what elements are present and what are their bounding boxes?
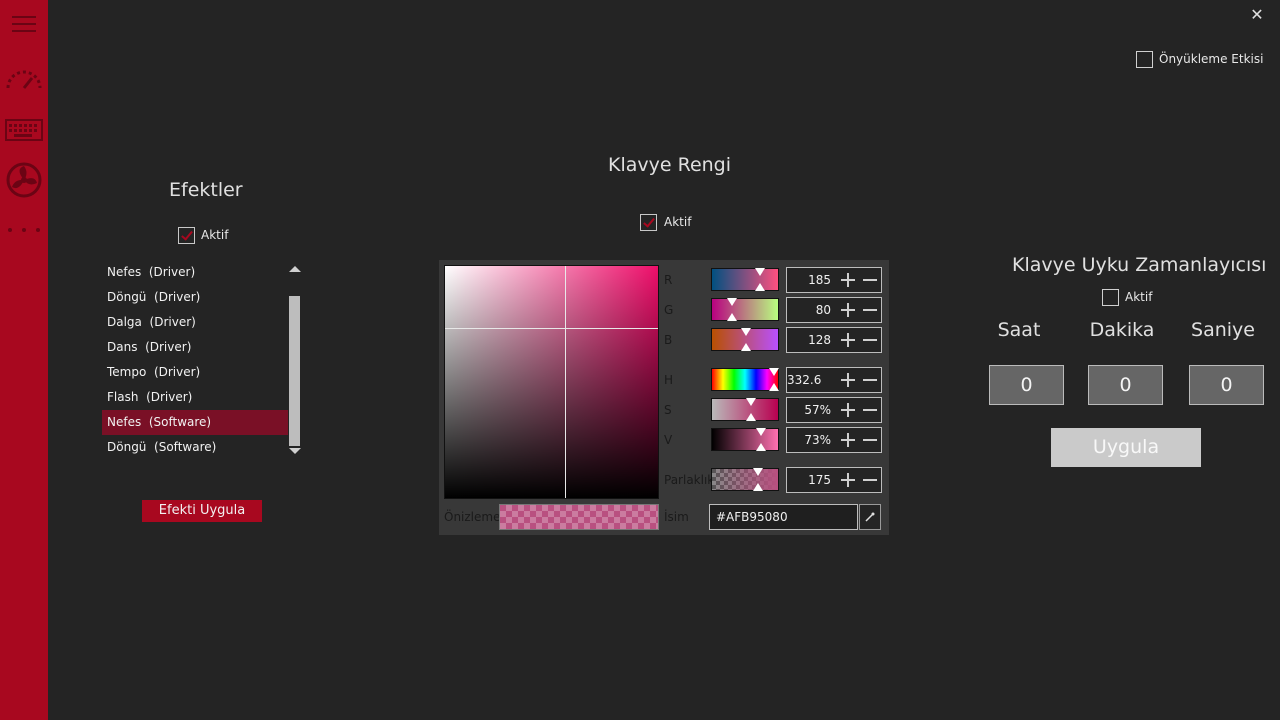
hex-input[interactable]: #AFB95080 bbox=[709, 504, 858, 530]
sleep-active-checkbox[interactable] bbox=[1102, 289, 1119, 306]
name-label: İsim bbox=[664, 510, 689, 524]
eyedropper-button[interactable] bbox=[859, 504, 881, 530]
plus-icon[interactable] bbox=[840, 272, 856, 288]
crosshair-vertical bbox=[565, 266, 566, 498]
b-label: B bbox=[664, 333, 673, 347]
keyboard-color-title: Klavye Rengi bbox=[608, 154, 732, 176]
brightness-label: Parlaklık bbox=[664, 473, 715, 487]
b-input[interactable]: 128 bbox=[786, 327, 882, 353]
minute-label: Dakika bbox=[1089, 319, 1155, 341]
effects-active-label: Aktif bbox=[201, 228, 229, 242]
speedometer-icon[interactable] bbox=[4, 60, 44, 100]
s-label: S bbox=[664, 403, 672, 417]
minus-icon[interactable] bbox=[862, 402, 878, 418]
close-icon[interactable]: ✕ bbox=[1247, 5, 1267, 25]
keyboard-icon[interactable] bbox=[4, 110, 44, 150]
scroll-thumb[interactable] bbox=[289, 296, 300, 446]
more-dots-icon[interactable] bbox=[4, 210, 44, 250]
sleep-active-label: Aktif bbox=[1125, 290, 1153, 304]
list-item[interactable]: Döngü (Driver) bbox=[102, 285, 288, 310]
color-preview-swatch bbox=[499, 504, 659, 530]
minus-icon[interactable] bbox=[862, 332, 878, 348]
b-slider[interactable] bbox=[711, 328, 779, 351]
effects-active-checkbox[interactable] bbox=[178, 227, 195, 244]
s-input[interactable]: 57% bbox=[786, 397, 882, 423]
second-input[interactable]: 0 bbox=[1189, 365, 1264, 405]
effects-title: Efektler bbox=[169, 179, 243, 201]
crosshair-horizontal bbox=[445, 328, 658, 329]
plus-icon[interactable] bbox=[840, 302, 856, 318]
v-slider[interactable] bbox=[711, 428, 779, 451]
list-item[interactable]: Nefes (Driver) bbox=[102, 260, 288, 285]
sleep-timer-title: Klavye Uyku Zamanlayıcısı bbox=[1012, 254, 1267, 276]
h-label: H bbox=[664, 373, 674, 387]
plus-icon[interactable] bbox=[840, 432, 856, 448]
h-input[interactable]: 332.6 ° bbox=[786, 367, 882, 411]
minus-icon[interactable] bbox=[862, 302, 878, 318]
color-active-label: Aktif bbox=[664, 215, 692, 229]
plus-icon[interactable] bbox=[840, 472, 856, 488]
preview-effect-label: Önyükleme Etkisi bbox=[1159, 52, 1264, 66]
brightness-input[interactable]: 175 bbox=[786, 467, 882, 493]
brightness-slider[interactable] bbox=[711, 468, 779, 491]
minus-icon[interactable] bbox=[862, 272, 878, 288]
plus-icon[interactable] bbox=[840, 372, 856, 388]
preview-label: Önizleme bbox=[444, 510, 501, 524]
scroll-down-icon[interactable] bbox=[289, 448, 301, 454]
list-item[interactable]: Dans (Driver) bbox=[102, 335, 288, 360]
s-slider[interactable] bbox=[711, 398, 779, 421]
hour-label: Saat bbox=[997, 319, 1041, 341]
fan-icon[interactable] bbox=[4, 160, 44, 200]
g-input[interactable]: 80 bbox=[786, 297, 882, 323]
list-item[interactable]: Döngü (Software) bbox=[102, 435, 288, 460]
h-slider[interactable] bbox=[711, 368, 779, 391]
apply-button[interactable]: Uygula bbox=[1051, 428, 1201, 467]
plus-icon[interactable] bbox=[840, 402, 856, 418]
minute-input[interactable]: 0 bbox=[1088, 365, 1163, 405]
sidebar bbox=[0, 0, 48, 720]
list-item[interactable]: Tempo (Driver) bbox=[102, 360, 288, 385]
color-picker-panel: R 185 G 80 B 128 H 332.6 ° S 57% V 73% P… bbox=[439, 260, 889, 535]
list-item-selected[interactable]: Nefes (Software) bbox=[102, 410, 288, 435]
v-input[interactable]: 73% bbox=[786, 427, 882, 453]
g-label: G bbox=[664, 303, 674, 317]
hamburger-menu-icon[interactable] bbox=[4, 4, 44, 44]
hour-input[interactable]: 0 bbox=[989, 365, 1064, 405]
apply-effect-button[interactable]: Efekti Uygula bbox=[142, 500, 262, 522]
minus-icon[interactable] bbox=[862, 372, 878, 388]
second-label: Saniye bbox=[1191, 319, 1255, 341]
list-item[interactable]: Flash (Driver) bbox=[102, 385, 288, 410]
r-input[interactable]: 185 bbox=[786, 267, 882, 293]
saturation-value-area[interactable] bbox=[444, 265, 659, 499]
g-slider[interactable] bbox=[711, 298, 779, 321]
v-label: V bbox=[664, 433, 673, 447]
r-label: R bbox=[664, 273, 673, 287]
minus-icon[interactable] bbox=[862, 432, 878, 448]
effects-scrollbar[interactable] bbox=[288, 262, 301, 458]
plus-icon[interactable] bbox=[840, 332, 856, 348]
color-active-checkbox[interactable] bbox=[640, 214, 657, 231]
eyedropper-icon bbox=[865, 512, 875, 522]
minus-icon[interactable] bbox=[862, 472, 878, 488]
r-slider[interactable] bbox=[711, 268, 779, 291]
list-item[interactable]: Dalga (Driver) bbox=[102, 310, 288, 335]
preview-effect-checkbox[interactable] bbox=[1136, 51, 1153, 68]
scroll-up-icon[interactable] bbox=[289, 266, 301, 272]
